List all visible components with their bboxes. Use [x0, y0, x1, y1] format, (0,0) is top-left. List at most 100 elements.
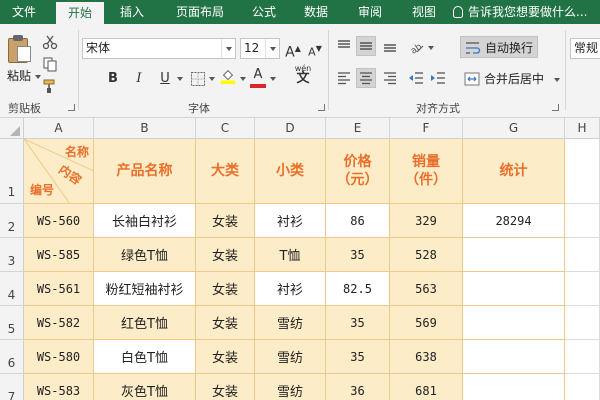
table-cell[interactable]: 女装 — [196, 306, 255, 340]
tab-home[interactable]: 开始 — [56, 2, 104, 24]
tab-view[interactable]: 视图 — [400, 0, 448, 24]
table-cell[interactable] — [463, 306, 565, 340]
align-top-icon[interactable] — [336, 38, 352, 54]
column-header-h[interactable]: H — [565, 118, 600, 139]
cell-h1[interactable] — [565, 139, 600, 204]
table-cell[interactable]: 569 — [390, 306, 463, 340]
table-cell[interactable]: 35 — [326, 340, 390, 374]
tab-review[interactable]: 审阅 — [346, 0, 394, 24]
cell-h[interactable] — [565, 340, 600, 374]
table-cell[interactable]: WS-560 — [24, 204, 94, 238]
row-header-4[interactable]: 4 — [0, 272, 24, 306]
table-cell[interactable] — [463, 238, 565, 272]
align-left-icon[interactable] — [336, 70, 352, 86]
table-cell[interactable]: 长袖白衬衫 — [94, 204, 196, 238]
table-cell[interactable]: 女装 — [196, 204, 255, 238]
table-cell[interactable]: 雪纺 — [255, 340, 326, 374]
font-dialog-launcher[interactable] — [318, 104, 325, 111]
table-cell[interactable]: 衬衫 — [255, 204, 326, 238]
header-cell[interactable]: 价格 （元） — [326, 139, 390, 204]
column-header-a[interactable]: A — [24, 118, 94, 139]
row-header-2[interactable]: 2 — [0, 204, 24, 238]
table-cell[interactable]: 女装 — [196, 374, 255, 400]
cell-h[interactable] — [565, 238, 600, 272]
tab-insert[interactable]: 插入 — [108, 0, 156, 24]
cell-h[interactable] — [565, 306, 600, 340]
table-cell[interactable]: 绿色T恤 — [94, 238, 196, 272]
align-center-button[interactable] — [356, 68, 376, 88]
table-cell[interactable]: 36 — [326, 374, 390, 400]
wrap-text-button[interactable]: 自动换行 — [460, 36, 538, 58]
orientation-icon[interactable]: ab — [408, 38, 424, 54]
align-right-icon[interactable] — [382, 70, 398, 86]
table-cell[interactable]: 35 — [326, 238, 390, 272]
table-cell[interactable]: 28294 — [463, 204, 565, 238]
table-cell[interactable]: 638 — [390, 340, 463, 374]
table-cell[interactable]: 528 — [390, 238, 463, 272]
table-cell[interactable]: WS-585 — [24, 238, 94, 272]
shrink-font-button[interactable]: A▼ — [306, 38, 324, 60]
paste-button[interactable]: 粘贴 — [7, 67, 41, 84]
table-cell[interactable]: 雪纺 — [255, 374, 326, 400]
decrease-indent-icon[interactable] — [408, 70, 424, 86]
copy-icon[interactable] — [42, 56, 58, 72]
fill-color-icon[interactable] — [220, 68, 236, 84]
grow-font-button[interactable]: A▲ — [284, 38, 302, 61]
format-painter-icon[interactable] — [42, 78, 58, 94]
underline-button[interactable]: U — [156, 68, 174, 90]
bold-button[interactable]: B — [104, 68, 122, 90]
row-header-7[interactable]: 7 — [0, 374, 24, 400]
column-header-b[interactable]: B — [94, 118, 196, 139]
header-cell[interactable]: 统计 — [463, 139, 565, 204]
select-all-button[interactable] — [0, 118, 24, 139]
tab-file[interactable]: 文件 — [0, 0, 48, 24]
header-cell[interactable]: 产品名称 — [94, 139, 196, 204]
tab-data[interactable]: 数据 — [292, 0, 340, 24]
cut-icon[interactable] — [42, 34, 58, 50]
table-cell[interactable] — [463, 340, 565, 374]
align-bottom-icon[interactable] — [382, 38, 398, 54]
table-cell[interactable]: 86 — [326, 204, 390, 238]
chevron-down-icon[interactable] — [177, 77, 183, 81]
table-cell[interactable] — [463, 374, 565, 400]
font-name-select[interactable]: 宋体 — [82, 38, 236, 59]
table-cell[interactable]: 35 — [326, 306, 390, 340]
font-color-button[interactable]: A — [250, 66, 266, 88]
borders-icon[interactable] — [190, 71, 206, 87]
table-cell[interactable]: 女装 — [196, 238, 255, 272]
table-cell[interactable]: 白色T恤 — [94, 340, 196, 374]
table-cell[interactable]: 灰色T恤 — [94, 374, 196, 400]
cell-h[interactable] — [565, 272, 600, 306]
table-cell[interactable]: 红色T恤 — [94, 306, 196, 340]
merge-center-button[interactable]: 合并后居中 — [460, 68, 560, 90]
chevron-down-icon[interactable] — [428, 46, 434, 50]
header-cell[interactable]: 小类 — [255, 139, 326, 204]
column-header-c[interactable]: C — [196, 118, 255, 139]
chevron-down-icon[interactable] — [270, 77, 276, 81]
font-size-select[interactable]: 12 — [240, 38, 280, 59]
increase-indent-icon[interactable] — [430, 70, 446, 86]
row-header-5[interactable]: 5 — [0, 306, 24, 340]
row-header-6[interactable]: 6 — [0, 340, 24, 374]
tab-page-layout[interactable]: 页面布局 — [164, 0, 236, 24]
tell-me-box[interactable]: 告诉我您想要做什么... — [453, 0, 587, 24]
table-cell[interactable]: 衬衫 — [255, 272, 326, 306]
column-header-f[interactable]: F — [390, 118, 463, 139]
italic-button[interactable]: I — [130, 68, 148, 90]
row-header-3[interactable]: 3 — [0, 238, 24, 272]
column-header-e[interactable]: E — [326, 118, 390, 139]
table-cell[interactable]: 雪纺 — [255, 306, 326, 340]
number-format-select[interactable]: 常规 — [570, 38, 600, 59]
table-cell[interactable]: 粉红短袖衬衫 — [94, 272, 196, 306]
column-header-d[interactable]: D — [255, 118, 326, 139]
clipboard-dialog-launcher[interactable] — [68, 104, 75, 111]
table-cell[interactable]: WS-580 — [24, 340, 94, 374]
header-cell-diagonal[interactable]: 名称 内容 编号 — [24, 139, 94, 204]
phonetic-button[interactable]: wén 文 — [290, 64, 316, 90]
column-header-g[interactable]: G — [463, 118, 565, 139]
table-cell[interactable]: 女装 — [196, 272, 255, 306]
row-header-1[interactable]: 1 — [0, 139, 24, 204]
table-cell[interactable]: WS-583 — [24, 374, 94, 400]
table-cell[interactable]: 女装 — [196, 340, 255, 374]
table-cell[interactable]: T恤 — [255, 238, 326, 272]
